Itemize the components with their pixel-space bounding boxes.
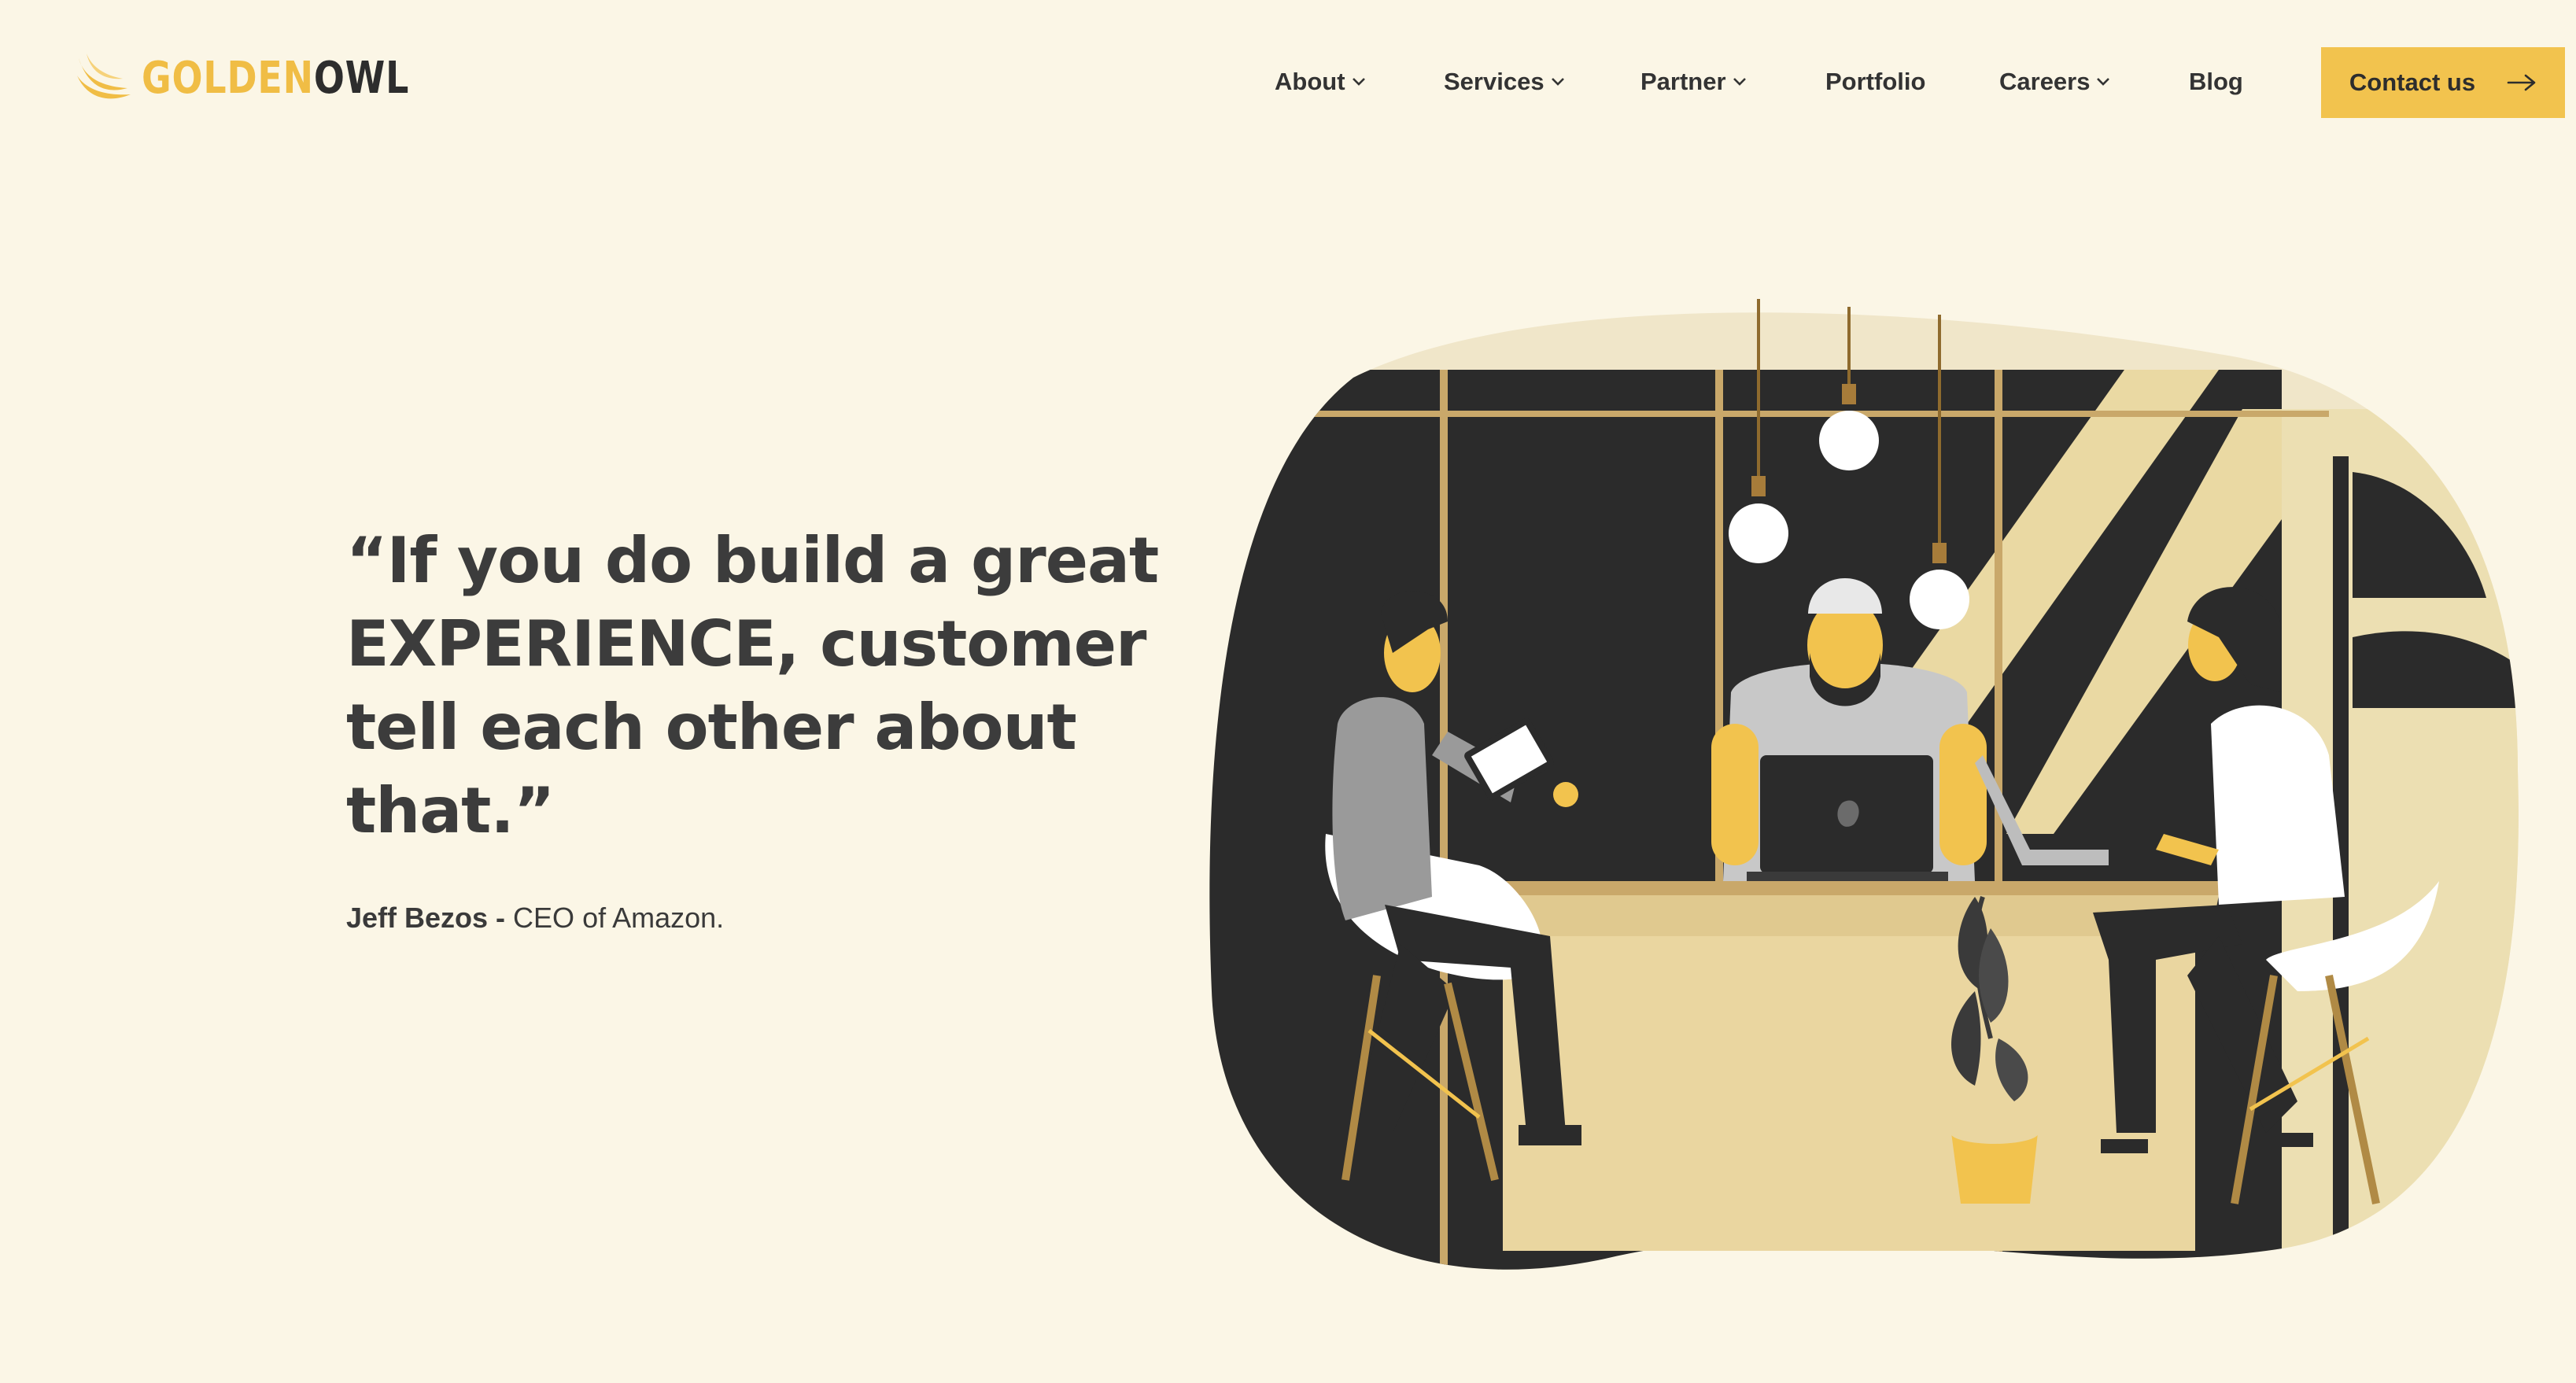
nav-label: About [1275, 68, 1345, 95]
quote-line: that.” [346, 774, 555, 847]
nav-item-partner[interactable]: Partner [1640, 61, 1747, 102]
team-working-illustration [1209, 299, 2519, 1270]
chevron-down-icon [2097, 78, 2110, 86]
light-bulb-icon [1910, 570, 1969, 629]
chevron-down-icon [1352, 78, 1365, 86]
light-bulb-icon [1819, 411, 1879, 470]
nav-label: Services [1444, 68, 1544, 95]
brand-wordmark: GOLDENOWL [142, 53, 409, 104]
nav-label: Portfolio [1825, 68, 1926, 95]
author-title: CEO of Amazon. [505, 902, 725, 934]
author-name: Jeff Bezos - [346, 902, 506, 934]
hero-quote: “If you do build a great EXPERIENCE, cust… [346, 519, 1164, 853]
owl-wing-logo-icon [77, 53, 131, 99]
nav-label: Careers [1999, 68, 2091, 95]
light-bulb-icon [1729, 503, 1788, 563]
brand-name-dark: OWL [313, 52, 410, 104]
nav-item-about[interactable]: About [1275, 61, 1366, 102]
nav-item-services[interactable]: Services [1444, 61, 1565, 102]
nav-label: Partner [1640, 68, 1726, 95]
quote-author: Jeff Bezos - CEO of Amazon. [346, 902, 724, 935]
quote-line: “If you do build a great [346, 524, 1159, 597]
quote-line: EXPERIENCE, customer [346, 607, 1146, 680]
brand-name-gold: GOLDEN [142, 52, 314, 104]
contact-us-label: Contact us [2349, 68, 2476, 96]
site-header: GOLDENOWL About Services Partner Portfol… [0, 0, 2576, 165]
chevron-down-icon [1551, 78, 1564, 86]
nav-item-portfolio[interactable]: Portfolio [1825, 61, 1925, 102]
brand-logo[interactable]: GOLDENOWL [76, 52, 468, 104]
quote-line: tell each other about [346, 691, 1077, 764]
arrow-right-icon [2507, 74, 2536, 91]
contact-us-button[interactable]: Contact us [2321, 47, 2565, 118]
nav-item-blog[interactable]: Blog [2189, 61, 2243, 102]
nav-label: Blog [2189, 68, 2243, 95]
nav-item-careers[interactable]: Careers [1999, 61, 2110, 102]
chevron-down-icon [1733, 78, 1746, 86]
